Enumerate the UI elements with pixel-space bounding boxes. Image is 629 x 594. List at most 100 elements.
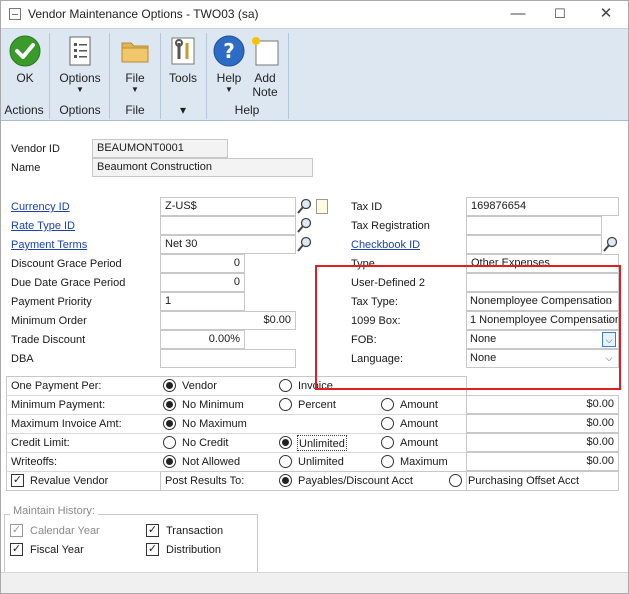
calendar-year-text: Calendar Year xyxy=(30,525,100,537)
help-question-icon: ? xyxy=(213,35,245,67)
note-label: Note xyxy=(252,85,278,99)
ribbon-separator xyxy=(288,33,289,119)
one-payment-vendor-text: Vendor xyxy=(182,380,217,392)
add-note-button[interactable]: Add Note xyxy=(247,35,283,100)
ribbon-separator xyxy=(49,33,50,119)
payment-terms-field[interactable]: Net 30 xyxy=(160,235,296,254)
title-bar: Vendor Maintenance Options - TWO03 (sa) … xyxy=(1,1,628,28)
currency-lookup-icon[interactable] xyxy=(297,198,313,215)
min-payment-value-field[interactable]: $0.00 xyxy=(466,395,619,414)
credit-limit-value-field[interactable]: $0.00 xyxy=(466,433,619,452)
maintain-history-legend: Maintain History: xyxy=(10,503,98,519)
fiscal-year-text: Fiscal Year xyxy=(30,544,84,556)
max-invoice-none-text: No Maximum xyxy=(182,418,247,430)
rate-type-label[interactable]: Rate Type ID xyxy=(11,220,75,232)
transaction-checkbox[interactable]: ✓ xyxy=(146,524,159,537)
tax-id-label: Tax ID xyxy=(351,201,383,213)
min-payment-percent-radio[interactable] xyxy=(279,398,292,411)
fiscal-year-checkbox[interactable]: ✓ xyxy=(10,543,23,556)
rate-type-field[interactable] xyxy=(160,216,296,235)
ok-button[interactable]: OK xyxy=(5,35,45,86)
options-label: Options xyxy=(59,71,101,85)
writeoffs-value-field[interactable]: $0.00 xyxy=(466,452,619,471)
min-payment-none-radio[interactable] xyxy=(163,398,176,411)
writeoffs-unlimited-radio[interactable] xyxy=(279,455,292,468)
min-payment-amount-text: Amount xyxy=(400,399,438,411)
one-payment-label: One Payment Per: xyxy=(11,380,102,392)
dba-label: DBA xyxy=(11,353,34,365)
transaction-text: Transaction xyxy=(166,525,224,537)
discount-grace-label: Discount Grace Period xyxy=(11,258,122,270)
tax-registration-field[interactable] xyxy=(466,216,602,235)
file-dropdown-arrow: ▼ xyxy=(131,85,139,94)
discount-grace-field[interactable]: 0 xyxy=(160,254,245,273)
max-invoice-amount-radio[interactable] xyxy=(381,417,394,430)
help-button[interactable]: ? Help ▼ xyxy=(211,35,247,94)
credit-limit-amount-radio[interactable] xyxy=(381,436,394,449)
payment-terms-label[interactable]: Payment Terms xyxy=(11,239,87,251)
writeoffs-not-allowed-radio[interactable] xyxy=(163,455,176,468)
checkbook-id-link[interactable]: Checkbook ID xyxy=(348,237,420,256)
file-button[interactable]: File ▼ xyxy=(115,35,155,94)
options-button[interactable]: Options ▼ xyxy=(55,35,105,94)
min-payment-amount-radio[interactable] xyxy=(381,398,394,411)
due-grace-field[interactable]: 0 xyxy=(160,273,245,292)
credit-limit-unlimited-text: Unlimited xyxy=(297,435,347,451)
max-invoice-value-field[interactable]: $0.00 xyxy=(466,414,619,433)
ribbon-toolbar: OK Actions Options ▼ Options File ▼ File xyxy=(1,28,628,121)
credit-limit-none-radio[interactable] xyxy=(163,436,176,449)
options-dropdown-arrow: ▼ xyxy=(76,85,84,94)
max-invoice-amount-text: Amount xyxy=(400,418,438,430)
post-purchasing-offset-radio[interactable] xyxy=(449,474,462,487)
writeoffs-not-allowed-text: Not Allowed xyxy=(182,456,241,468)
trade-discount-field[interactable]: 0.00% xyxy=(160,330,245,349)
currency-note-icon[interactable] xyxy=(316,199,328,214)
tools-button[interactable]: Tools xyxy=(165,35,201,86)
credit-limit-unlimited-radio[interactable] xyxy=(279,436,292,449)
tools-icon xyxy=(171,37,195,65)
payment-priority-field[interactable]: 1 xyxy=(160,292,245,311)
currency-id-link[interactable]: Currency ID xyxy=(8,199,70,218)
help-label: Help xyxy=(216,71,242,85)
vendor-maintenance-options-window: Vendor Maintenance Options - TWO03 (sa) … xyxy=(0,0,629,594)
minimum-order-label: Minimum Order xyxy=(11,315,87,327)
distribution-checkbox[interactable]: ✓ xyxy=(146,543,159,556)
dba-field[interactable] xyxy=(160,349,296,368)
rate-type-link[interactable]: Rate Type ID xyxy=(8,218,75,237)
currency-id-label[interactable]: Currency ID xyxy=(11,201,70,213)
post-payables-discount-radio[interactable] xyxy=(279,474,292,487)
vendor-id-field: BEAUMONT0001 xyxy=(92,139,228,158)
payment-terms-lookup-icon[interactable] xyxy=(297,236,313,253)
rate-type-lookup-icon[interactable] xyxy=(297,217,313,234)
close-button[interactable]: ✕ xyxy=(586,4,626,26)
minimize-button[interactable]: — xyxy=(498,4,538,26)
one-payment-invoice-radio[interactable] xyxy=(279,379,292,392)
tax-id-field[interactable]: 169876654 xyxy=(466,197,619,216)
max-invoice-none-radio[interactable] xyxy=(163,417,176,430)
vendor-id-label: Vendor ID xyxy=(11,143,60,155)
group-tools-arrow[interactable]: ▾ xyxy=(163,103,203,117)
post-purchasing-offset-text: Purchasing Offset Acct xyxy=(468,475,580,487)
calendar-year-checkbox[interactable]: ✓ xyxy=(10,524,23,537)
revalue-vendor-checkbox[interactable]: ✓ xyxy=(11,474,24,487)
writeoffs-unlimited-text: Unlimited xyxy=(298,456,344,468)
checkbook-id-label[interactable]: Checkbook ID xyxy=(351,239,420,251)
checkbook-id-field[interactable] xyxy=(466,235,602,254)
payment-priority-label: Payment Priority xyxy=(11,296,92,308)
group-file: File xyxy=(125,103,145,117)
svg-text:?: ? xyxy=(223,39,235,63)
currency-id-field[interactable]: Z-US$ xyxy=(160,197,296,216)
checkbook-lookup-icon[interactable] xyxy=(603,236,619,253)
one-payment-vendor-radio[interactable] xyxy=(163,379,176,392)
add-label: Add xyxy=(254,71,276,85)
ribbon-separator xyxy=(206,33,207,119)
maximize-button[interactable]: ☐ xyxy=(540,4,580,26)
writeoffs-maximum-radio[interactable] xyxy=(381,455,394,468)
add-note-icon xyxy=(252,37,279,66)
file-label: File xyxy=(125,71,145,85)
payment-terms-link[interactable]: Payment Terms xyxy=(8,237,87,256)
minimum-order-field[interactable]: $0.00 xyxy=(160,311,296,330)
ok-checkmark-icon xyxy=(9,35,41,67)
status-bar xyxy=(1,572,628,593)
writeoffs-label: Writeoffs: xyxy=(11,456,58,468)
